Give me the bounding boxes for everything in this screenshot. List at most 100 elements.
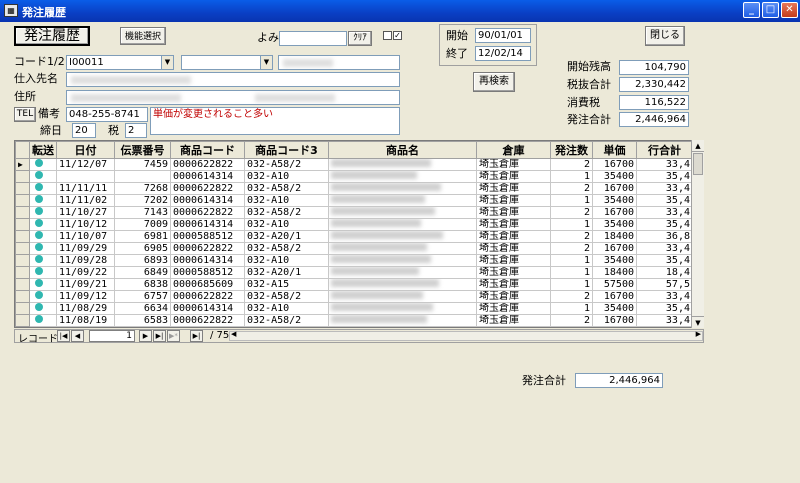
cell-warehouse[interactable]: 埼玉倉庫: [476, 254, 551, 267]
address-field[interactable]: [66, 90, 400, 105]
note-field[interactable]: 単価が変更されること多い: [150, 107, 400, 135]
cell-product-name[interactable]: [328, 302, 477, 315]
cell-quantity[interactable]: 1: [550, 254, 593, 267]
end-date-field[interactable]: 12/02/14: [475, 46, 531, 61]
cell-warehouse[interactable]: 埼玉倉庫: [476, 266, 551, 279]
cell-date[interactable]: 11/10/07: [56, 230, 115, 243]
cell-product-code[interactable]: 0000622822: [170, 314, 245, 327]
transfer-status-icon[interactable]: [29, 182, 57, 195]
cell-date[interactable]: 11/11/02: [56, 194, 115, 207]
cell-date[interactable]: 11/09/12: [56, 290, 115, 303]
cell-product-name[interactable]: [328, 290, 477, 303]
row-selector[interactable]: [15, 206, 30, 219]
transfer-status-icon[interactable]: [29, 194, 57, 207]
transfer-status-icon[interactable]: [29, 314, 57, 327]
row-selector[interactable]: [15, 278, 30, 291]
cell-product-name[interactable]: [328, 194, 477, 207]
cell-unit-price[interactable]: 57500: [592, 278, 637, 291]
cell-product-code[interactable]: 0000614314: [170, 194, 245, 207]
column-header[interactable]: 単価: [592, 141, 637, 159]
cell-slip-number[interactable]: 6838: [114, 278, 171, 291]
cell-unit-price[interactable]: 35400: [592, 170, 637, 183]
cell-product-code[interactable]: 0000614314: [170, 302, 245, 315]
cell-unit-price[interactable]: 35400: [592, 254, 637, 267]
row-selector[interactable]: [15, 230, 30, 243]
row-selector[interactable]: [15, 266, 30, 279]
code1-select[interactable]: I00011: [66, 55, 174, 70]
cell-product-code3[interactable]: 032-A58/2: [244, 158, 329, 171]
cell-date[interactable]: 11/10/27: [56, 206, 115, 219]
cell-quantity[interactable]: 2: [550, 182, 593, 195]
column-header[interactable]: 行合計: [636, 141, 693, 159]
row-selector[interactable]: [15, 194, 30, 207]
cell-line-total[interactable]: 35,4: [636, 170, 693, 183]
cell-warehouse[interactable]: 埼玉倉庫: [476, 302, 551, 315]
cell-unit-price[interactable]: 18400: [592, 266, 637, 279]
cell-quantity[interactable]: 1: [550, 170, 593, 183]
column-header[interactable]: 伝票番号: [114, 141, 171, 159]
transfer-status-icon[interactable]: [29, 218, 57, 231]
cell-warehouse[interactable]: 埼玉倉庫: [476, 314, 551, 327]
cell-quantity[interactable]: 2: [550, 230, 593, 243]
chevron-down-icon[interactable]: ▼: [161, 56, 173, 69]
cell-slip-number[interactable]: 6893: [114, 254, 171, 267]
cell-date[interactable]: 11/12/07: [56, 158, 115, 171]
record-number-field[interactable]: 1: [89, 330, 135, 342]
transfer-status-icon[interactable]: [29, 230, 57, 243]
cell-product-name[interactable]: [328, 170, 477, 183]
first-record-icon[interactable]: |◀: [57, 330, 70, 342]
table-row[interactable]: 11/10/27 7143 0000622822 032-A58/2 埼玉倉庫 2 1670…: [15, 206, 693, 219]
cell-quantity[interactable]: 1: [550, 266, 593, 279]
cell-product-code3[interactable]: 032-A20/1: [244, 266, 329, 279]
cell-product-code[interactable]: 0000588512: [170, 266, 245, 279]
cell-unit-price[interactable]: 35400: [592, 302, 637, 315]
cell-unit-price[interactable]: 16700: [592, 158, 637, 171]
scroll-up-icon[interactable]: ▲: [692, 140, 704, 152]
cell-slip-number[interactable]: 7459: [114, 158, 171, 171]
cell-quantity[interactable]: 1: [550, 302, 593, 315]
scroll-right-icon[interactable]: ▶: [696, 330, 701, 338]
maximize-button[interactable]: □: [762, 2, 779, 18]
transfer-status-icon[interactable]: [29, 254, 57, 267]
table-row[interactable]: 11/10/07 6981 0000588512 032-A20/1 埼玉倉庫 2 1840…: [15, 230, 693, 243]
option-checkbox-1[interactable]: [383, 31, 392, 40]
cell-line-total[interactable]: 35,4: [636, 254, 693, 267]
cell-product-name[interactable]: [328, 242, 477, 255]
cell-product-name[interactable]: [328, 230, 477, 243]
cell-product-name[interactable]: [328, 278, 477, 291]
cell-unit-price[interactable]: 35400: [592, 218, 637, 231]
cell-slip-number[interactable]: 7202: [114, 194, 171, 207]
cell-product-code[interactable]: 0000622822: [170, 206, 245, 219]
row-selector[interactable]: [15, 242, 30, 255]
cell-date[interactable]: [56, 170, 115, 183]
minimize-button[interactable]: _: [743, 2, 760, 18]
new-record-icon[interactable]: ▶*: [167, 330, 180, 342]
cell-date[interactable]: 11/09/28: [56, 254, 115, 267]
column-header[interactable]: 発注数: [550, 141, 593, 159]
cell-quantity[interactable]: 2: [550, 290, 593, 303]
table-row[interactable]: 11/08/19 6583 0000622822 032-A58/2 埼玉倉庫 2 1670…: [15, 314, 693, 327]
transfer-status-icon[interactable]: [29, 158, 57, 171]
cell-product-code[interactable]: 0000685609: [170, 278, 245, 291]
cell-line-total[interactable]: 33,4: [636, 158, 693, 171]
table-row[interactable]: 11/09/21 6838 0000685609 032-A15 埼玉倉庫 1 57500 5…: [15, 278, 693, 291]
column-header[interactable]: 倉庫: [476, 141, 551, 159]
cell-warehouse[interactable]: 埼玉倉庫: [476, 218, 551, 231]
cell-product-code3[interactable]: 032-A20/1: [244, 230, 329, 243]
column-header[interactable]: 商品コード3: [244, 141, 329, 159]
cell-line-total[interactable]: 57,5: [636, 278, 693, 291]
jump-record-icon[interactable]: ▶|: [190, 330, 203, 342]
row-selector[interactable]: ▶: [15, 158, 30, 171]
transfer-status-icon[interactable]: [29, 170, 57, 183]
closing-day-field[interactable]: 20: [72, 123, 96, 138]
cell-product-code3[interactable]: 032-A58/2: [244, 182, 329, 195]
cell-line-total[interactable]: 35,4: [636, 302, 693, 315]
table-row[interactable]: 11/10/12 7009 0000614314 032-A10 埼玉倉庫 1 35400 3…: [15, 218, 693, 231]
cell-product-code[interactable]: 0000622822: [170, 182, 245, 195]
cell-line-total[interactable]: 36,8: [636, 230, 693, 243]
cell-quantity[interactable]: 2: [550, 206, 593, 219]
cell-date[interactable]: 11/10/12: [56, 218, 115, 231]
cell-warehouse[interactable]: 埼玉倉庫: [476, 290, 551, 303]
form-title-button[interactable]: 発注履歴: [14, 26, 90, 46]
column-header[interactable]: 商品名: [328, 141, 477, 159]
